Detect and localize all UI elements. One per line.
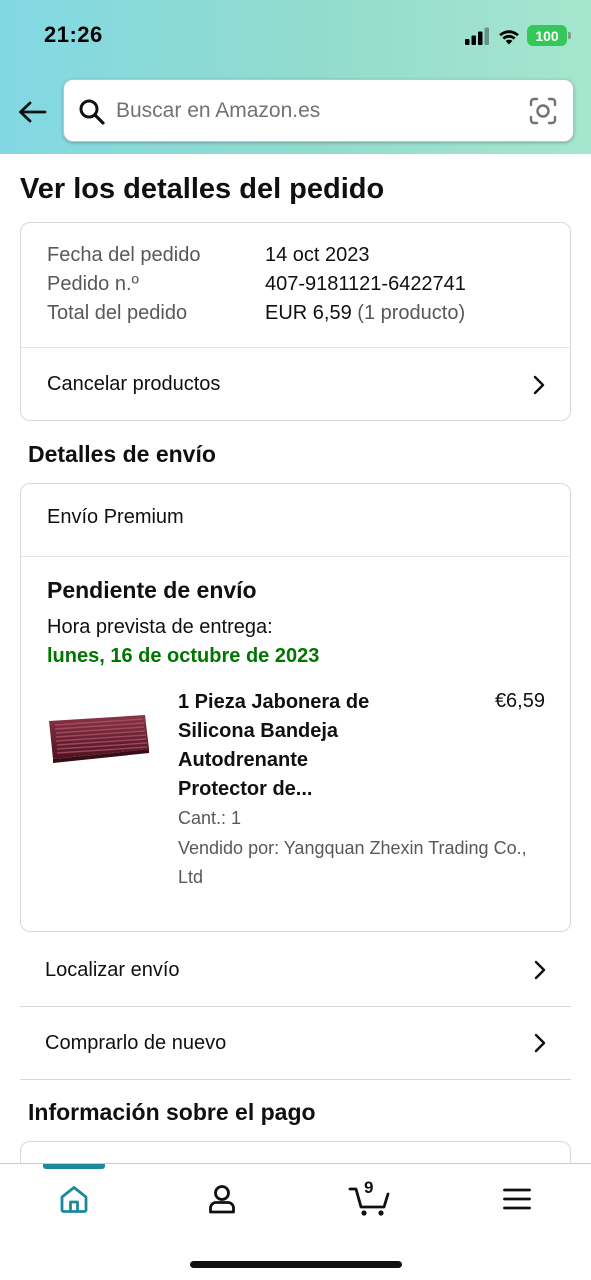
product-title-line: Silicona Bandeja: [178, 720, 339, 742]
tab-home[interactable]: [34, 1164, 114, 1234]
divider: [21, 556, 570, 557]
product-quantity: Cant.: 1: [178, 808, 242, 828]
tab-account[interactable]: [182, 1164, 262, 1234]
back-arrow-icon: [19, 101, 47, 123]
product-title[interactable]: 1 Pieza Jabonera de Silicona Bandeja Aut…: [178, 688, 408, 804]
seller-line: Vendido por: Yangquan Zhexin Trading Co.…: [178, 838, 527, 858]
order-date-label: Fecha del pedido: [47, 244, 201, 266]
buy-again-link[interactable]: Comprarlo de nuevo: [20, 1007, 571, 1080]
product-seller: Vendido por: Yangquan Zhexin Trading Co.…: [178, 834, 558, 892]
shipping-section-title: Detalles de envío: [28, 441, 216, 467]
delivery-eta-date: lunes, 16 de octubre de 2023: [47, 645, 320, 667]
order-date-value: 14 oct 2023: [265, 244, 370, 266]
order-number-value: 407-9181121-6422741: [265, 273, 466, 295]
person-icon: [209, 1185, 235, 1214]
order-number-label: Pedido n.º: [47, 273, 139, 295]
tab-cart[interactable]: 9: [330, 1164, 410, 1234]
home-indicator: [190, 1261, 402, 1268]
order-total-count: (1 producto): [357, 302, 466, 324]
status-time: 21:26: [44, 22, 103, 47]
shipping-card: Envío Premium Pendiente de envío Hora pr…: [20, 483, 571, 932]
menu-icon: [503, 1188, 531, 1210]
track-shipment-link[interactable]: Localizar envío: [20, 934, 571, 1007]
buy-again-label: Comprarlo de nuevo: [45, 1031, 227, 1054]
search-bar[interactable]: [63, 79, 574, 142]
chevron-right-icon: [533, 375, 545, 394]
chevron-right-icon: [534, 960, 546, 980]
delivery-eta-label: Hora prevista de entrega:: [47, 616, 273, 638]
back-button[interactable]: [14, 94, 50, 130]
product-thumbnail[interactable]: [47, 711, 151, 771]
product-title-line: 1 Pieza Jabonera de: [178, 691, 370, 713]
battery-icon: 100: [527, 25, 571, 46]
signal-icon: [465, 27, 489, 45]
chevron-right-icon: [534, 1033, 546, 1053]
order-total-amount: EUR 6,59: [265, 302, 352, 324]
search-icon: [79, 99, 105, 125]
cancel-products-label: Cancelar productos: [47, 373, 221, 395]
shipping-status: Pendiente de envío: [47, 577, 257, 603]
product-price: €6,59: [494, 690, 545, 712]
seller-line: Ltd: [178, 867, 204, 887]
wifi-icon: [499, 29, 519, 44]
search-input[interactable]: [116, 94, 516, 128]
product-title-line: Protector de...: [178, 778, 313, 800]
order-summary-card: Fecha del pedido 14 oct 2023 Pedido n.º …: [20, 222, 571, 421]
track-shipment-label: Localizar envío: [45, 958, 180, 981]
order-total-value: EUR 6,59 (1 producto): [265, 302, 465, 325]
camera-scan-icon[interactable]: [529, 97, 557, 125]
shipping-type: Envío Premium: [47, 506, 184, 528]
order-total-label: Total del pedido: [47, 302, 188, 324]
page-title: Ver los detalles del pedido: [20, 173, 385, 205]
home-icon: [60, 1186, 88, 1213]
payment-section-title: Información sobre el pago: [28, 1099, 316, 1125]
product-title-line: Autodrenante: [178, 749, 308, 771]
app-header: 21:26 100: [0, 0, 591, 154]
cart-count-badge: 9: [364, 1178, 374, 1197]
cancel-products-link[interactable]: Cancelar productos: [21, 348, 570, 421]
tab-menu[interactable]: [477, 1164, 557, 1234]
status-icons: 100: [465, 25, 571, 46]
